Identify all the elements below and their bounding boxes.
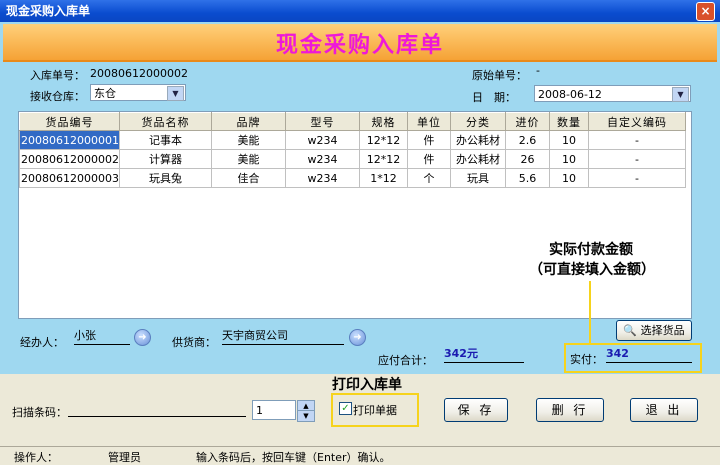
barcode-label: 扫描条码： — [12, 406, 67, 419]
table-cell[interactable]: 佳合 — [210, 168, 286, 188]
table-cell[interactable]: - — [587, 149, 686, 169]
supplier-field[interactable]: 天宇商贸公司 — [222, 328, 344, 345]
stepper-down-icon[interactable]: ▼ — [297, 410, 315, 422]
table-cell[interactable]: 件 — [406, 149, 451, 169]
choose-goods-label: 选择货品 — [640, 324, 685, 337]
close-icon[interactable]: × — [696, 2, 715, 21]
table-header-row: 货品编号 货品名称 品牌 型号 规格 单位 分类 进价 数量 自定义编码 — [19, 112, 686, 131]
table-cell[interactable]: 件 — [406, 130, 451, 150]
orig-no-label: 原始单号： — [472, 69, 527, 82]
handler-field[interactable]: 小张 — [74, 328, 130, 345]
annotation-payment-line2: （可直接填入金额） — [529, 262, 655, 278]
choose-goods-button[interactable]: 🔍 选择货品 — [616, 320, 692, 341]
table-cell[interactable]: 个 — [406, 168, 451, 188]
table-cell[interactable]: 美能 — [210, 149, 286, 169]
column-header[interactable]: 自定义编码 — [587, 112, 686, 131]
handler-lookup-icon[interactable]: ➜ — [134, 329, 151, 346]
window-title: 现金采购入库单 — [6, 4, 91, 18]
table-cell[interactable]: 12*12 — [358, 149, 408, 169]
column-header[interactable]: 分类 — [449, 112, 506, 131]
handler-label: 经办人： — [20, 336, 64, 349]
date-picker[interactable]: 2008-06-12 ▼ — [534, 85, 691, 102]
print-checkbox-label[interactable]: 打印单据 — [353, 402, 397, 418]
banner: 现金采购入库单 — [3, 24, 717, 62]
date-value: 2008-06-12 — [538, 88, 602, 101]
column-header[interactable]: 货品名称 — [118, 112, 212, 131]
table-cell[interactable]: w234 — [284, 168, 360, 188]
date-label: 日 期： — [472, 91, 516, 104]
table-cell[interactable]: 办公耗材 — [449, 149, 506, 169]
supplier-label: 供货商： — [172, 336, 216, 349]
table-row[interactable]: 20080612000003 玩具兔 佳合 w234 1*12 个 玩具 5.6… — [19, 168, 686, 188]
order-no-value: 20080612000002 — [90, 67, 188, 80]
warehouse-value: 东仓 — [94, 87, 116, 100]
table-cell[interactable]: 办公耗材 — [449, 130, 506, 150]
table-cell[interactable]: w234 — [284, 149, 360, 169]
quantity-value: 1 — [256, 404, 263, 417]
delete-row-button[interactable]: 删 行 — [536, 398, 604, 422]
table-cell[interactable]: 5.6 — [504, 168, 550, 188]
warehouse-select[interactable]: 东仓 ▼ — [90, 84, 186, 101]
table-cell[interactable]: 10 — [548, 168, 589, 188]
table-cell[interactable]: 26 — [504, 149, 550, 169]
table-cell[interactable]: 20080612000002 — [19, 149, 120, 169]
barcode-input[interactable] — [68, 400, 246, 417]
column-header[interactable]: 型号 — [284, 112, 360, 131]
chevron-down-icon[interactable]: ▼ — [672, 87, 689, 102]
table-cell[interactable]: 2.6 — [504, 130, 550, 150]
save-button[interactable]: 保 存 — [444, 398, 508, 422]
warehouse-label: 接收仓库： — [30, 90, 85, 103]
table-cell[interactable]: - — [587, 168, 686, 188]
table-cell[interactable]: 玩具兔 — [118, 168, 212, 188]
annotation-connector — [589, 281, 591, 343]
actual-payment-input[interactable]: 342 — [606, 346, 692, 363]
search-icon: 🔍 — [623, 324, 638, 337]
annotation-print: 打印入库单 — [332, 377, 402, 393]
status-bar: 操作人： 管理员 输入条码后，按回车键（Enter）确认。 — [0, 446, 720, 464]
orig-no-value: - — [536, 64, 540, 77]
exit-button[interactable]: 退 出 — [630, 398, 698, 422]
order-no-label: 入库单号： — [30, 69, 85, 82]
column-header[interactable]: 品牌 — [210, 112, 286, 131]
column-header[interactable]: 单位 — [406, 112, 451, 131]
chevron-down-icon[interactable]: ▼ — [167, 86, 184, 101]
goods-table: 货品编号 货品名称 品牌 型号 规格 单位 分类 进价 数量 自定义编码 200… — [19, 112, 686, 188]
table-cell[interactable]: - — [587, 130, 686, 150]
window-title-bar: 现金采购入库单 × — [0, 0, 720, 22]
supplier-lookup-icon[interactable]: ➜ — [349, 329, 366, 346]
table-cell[interactable]: 玩具 — [449, 168, 506, 188]
column-header[interactable]: 规格 — [358, 112, 408, 131]
table-cell[interactable]: 12*12 — [358, 130, 408, 150]
table-cell[interactable]: w234 — [284, 130, 360, 150]
table-cell[interactable]: 20080612000003 — [19, 168, 120, 188]
table-cell[interactable]: 计算器 — [118, 149, 212, 169]
table-cell[interactable]: 10 — [548, 149, 589, 169]
actual-label: 实付： — [570, 353, 603, 366]
table-cell[interactable]: 20080612000001 — [19, 130, 120, 150]
table-cell[interactable]: 记事本 — [118, 130, 212, 150]
annotation-payment-line1: 实际付款金额 — [549, 242, 633, 258]
column-header[interactable]: 进价 — [504, 112, 550, 131]
table-cell[interactable]: 10 — [548, 130, 589, 150]
payable-label: 应付合计： — [378, 354, 433, 367]
column-header[interactable]: 数量 — [548, 112, 589, 131]
print-checkbox[interactable]: ✓ — [339, 402, 352, 415]
payable-value: 342元 — [444, 346, 524, 363]
table-cell[interactable]: 1*12 — [358, 168, 408, 188]
quantity-stepper[interactable]: 1 — [252, 400, 296, 420]
table-row[interactable]: 20080612000002 计算器 美能 w234 12*12 件 办公耗材 … — [19, 149, 686, 169]
banner-title: 现金采购入库单 — [275, 32, 444, 58]
column-header[interactable]: 货品编号 — [19, 112, 120, 131]
table-row[interactable]: 20080612000001 记事本 美能 w234 12*12 件 办公耗材 … — [19, 130, 686, 150]
table-cell[interactable]: 美能 — [210, 130, 286, 150]
